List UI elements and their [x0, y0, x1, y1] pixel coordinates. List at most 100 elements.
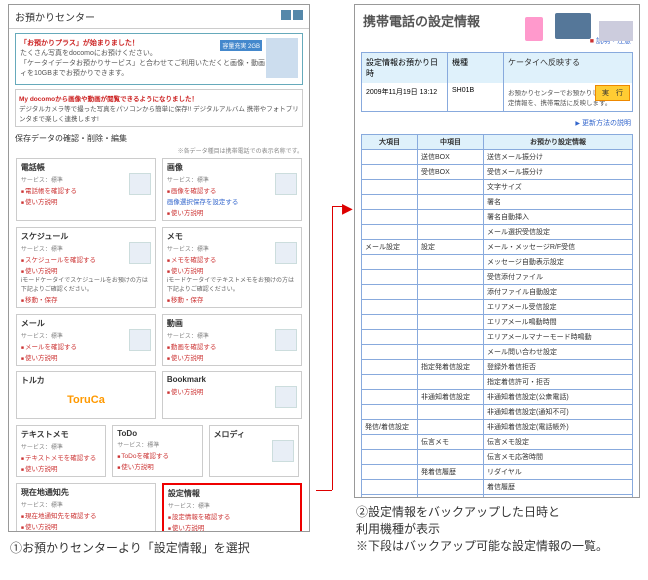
card-title: テキストメモ	[21, 429, 102, 440]
table-row: 文字サイズ	[362, 180, 633, 195]
card-schedule[interactable]: スケジュール サービス：標準 スケジュールを確認する 使い方説明 iモードケータ…	[16, 227, 156, 308]
header-icons	[279, 10, 303, 23]
table-cell	[418, 375, 484, 390]
card-link[interactable]: 現在地通知先を確認する	[21, 510, 151, 520]
card-link[interactable]: 使い方説明	[21, 463, 102, 473]
card-bookmark[interactable]: Bookmark 使い方説明	[162, 371, 302, 419]
card-sub: サービス：標準	[167, 247, 209, 253]
card-title: メール	[21, 318, 151, 329]
table-row: エリアメール受信設定	[362, 300, 633, 315]
table-cell: メール・メッセージR/F受信	[484, 240, 633, 255]
card-link[interactable]: ToDoを確認する	[117, 450, 198, 460]
update-link[interactable]: 更新方法の説明	[355, 116, 639, 130]
card-textmemo[interactable]: テキストメモ サービス：標準 テキストメモを確認する 使い方説明	[16, 425, 107, 477]
card-title: スケジュール	[21, 231, 151, 242]
table-row: 発信/着信設定非通知着信設定(電話帳外)	[362, 420, 633, 435]
mail-icon	[129, 329, 151, 351]
card-title: メロディ	[214, 429, 295, 440]
arrow-head-icon: ▶	[342, 200, 353, 217]
card-title: 設定情報	[168, 488, 296, 499]
card-link[interactable]: 使い方説明	[167, 265, 297, 275]
arrow-seg	[332, 206, 333, 490]
banner: 「お預かりプラス」が始まりました！ たくさん写真をdocomoにお預けください。…	[15, 33, 303, 85]
card-link[interactable]: 移動・保存	[21, 294, 151, 304]
card-memo[interactable]: メモ サービス：標準 メモを確認する 使い方説明 iモードケータイでテキストメモ…	[162, 227, 302, 308]
card-link[interactable]: 移動・保存	[167, 294, 297, 304]
card-link[interactable]: 使い方説明	[167, 352, 297, 362]
table-cell	[362, 345, 418, 360]
card-grid: 電話帳 サービス：標準 電話帳を確認する 使い方説明 画像 サービス：標準 画像…	[9, 155, 309, 532]
card-link[interactable]: 使い方説明	[21, 265, 151, 275]
card-notify[interactable]: 現在地通知先 サービス：標準 現在地通知先を確認する 使い方説明	[16, 483, 156, 532]
card-mail[interactable]: メール サービス：標準 メールを確認する 使い方説明	[16, 314, 156, 366]
table-cell	[418, 210, 484, 225]
val-model: SH01B	[448, 83, 504, 111]
table-cell	[418, 315, 484, 330]
val-datetime: 2009年11月19日 13:12	[362, 83, 448, 111]
backup-info-box: 設定情報お預かり日時 機種 ケータイへ反映する 2009年11月19日 13:1…	[361, 52, 633, 112]
table-cell	[418, 450, 484, 465]
table-cell: 指定着信許可・拒否	[484, 375, 633, 390]
card-link[interactable]: 設定情報を確認する	[168, 511, 296, 521]
card-title: 現在地通知先	[21, 487, 151, 498]
card-link[interactable]: 画像選択保存を設定する	[167, 196, 297, 206]
table-row: 送信BOX送信メール振分け	[362, 150, 633, 165]
card-link[interactable]: 使い方説明	[167, 207, 297, 217]
cap-r2: 利用機種が表示	[356, 521, 608, 538]
table-cell: 受信BOX	[418, 165, 484, 180]
execute-button[interactable]: 実 行	[595, 85, 630, 101]
card-link[interactable]: 使い方説明	[21, 352, 151, 362]
card-link[interactable]: 使い方説明	[21, 521, 151, 531]
table-row: 伝言メモ応答時間	[362, 450, 633, 465]
card-title: Bookmark	[167, 375, 297, 384]
arrow-seg	[316, 490, 332, 491]
col-datetime: 設定情報お預かり日時	[362, 53, 448, 83]
card-settings[interactable]: 設定情報 サービス：標準 設定情報を確認する 使い方説明	[162, 483, 302, 532]
card-link[interactable]: 使い方説明	[168, 522, 296, 532]
table-cell	[362, 405, 418, 420]
table-cell: 受信添付ファイル	[484, 270, 633, 285]
card-title: メモ	[167, 231, 297, 242]
card-sub: サービス：標準	[21, 334, 63, 340]
table-row: 発信履歴	[362, 495, 633, 499]
card-todo[interactable]: ToDo サービス：標準 ToDoを確認する 使い方説明	[112, 425, 203, 477]
table-cell: 送信BOX	[418, 150, 484, 165]
table-cell: 送信メール振分け	[484, 150, 633, 165]
table-row: 署名	[362, 195, 633, 210]
col-reflect: ケータイへ反映する	[504, 53, 632, 83]
card-sub: サービス：標準	[167, 334, 209, 340]
table-row: 伝言メモ伝言メモ設定	[362, 435, 633, 450]
table-cell	[418, 480, 484, 495]
card-images[interactable]: 画像 サービス：標準 画像を確認する 画像選択保存を設定する 使い方説明	[162, 158, 302, 221]
card-melody[interactable]: メロディ	[209, 425, 300, 477]
table-row: 署名自動挿入	[362, 210, 633, 225]
card-sub: サービス：標準	[117, 443, 159, 449]
card-title: 画像	[167, 162, 297, 173]
card-link[interactable]: 使い方説明	[21, 196, 151, 206]
table-cell	[362, 315, 418, 330]
calendar-icon	[129, 242, 151, 264]
th-mid: 中項目	[418, 135, 484, 150]
table-cell: 伝言メモ応答時間	[484, 450, 633, 465]
table-cell: 非通知着信設定(電話帳外)	[484, 420, 633, 435]
card-link[interactable]: 使い方説明	[117, 461, 198, 471]
card-toruca[interactable]: トルカ ToruCa	[16, 371, 156, 419]
lp-title: お預かりセンター	[15, 9, 95, 24]
card-movie[interactable]: 動画 サービス：標準 動画を確認する 使い方説明	[162, 314, 302, 366]
lp-header: お預かりセンター	[9, 5, 309, 29]
card-link[interactable]: テキストメモを確認する	[21, 452, 102, 462]
table-cell: 着信履歴	[484, 480, 633, 495]
table-cell	[418, 195, 484, 210]
table-cell	[362, 375, 418, 390]
table-cell	[418, 345, 484, 360]
table-cell: エリアメールマナーモード時鳴動	[484, 330, 633, 345]
card-phonebook[interactable]: 電話帳 サービス：標準 電話帳を確認する 使い方説明	[16, 158, 156, 221]
table-cell	[418, 405, 484, 420]
table-cell: 発信履歴	[484, 495, 633, 499]
card-sub: サービス：標準	[21, 178, 63, 184]
card-title: 動画	[167, 318, 297, 329]
table-cell: 登録外着信拒否	[484, 360, 633, 375]
cap-r3: ※下段はバックアップ可能な設定情報の一覧。	[356, 538, 608, 555]
table-cell: 文字サイズ	[484, 180, 633, 195]
card-sub: サービス：標準	[167, 178, 209, 184]
